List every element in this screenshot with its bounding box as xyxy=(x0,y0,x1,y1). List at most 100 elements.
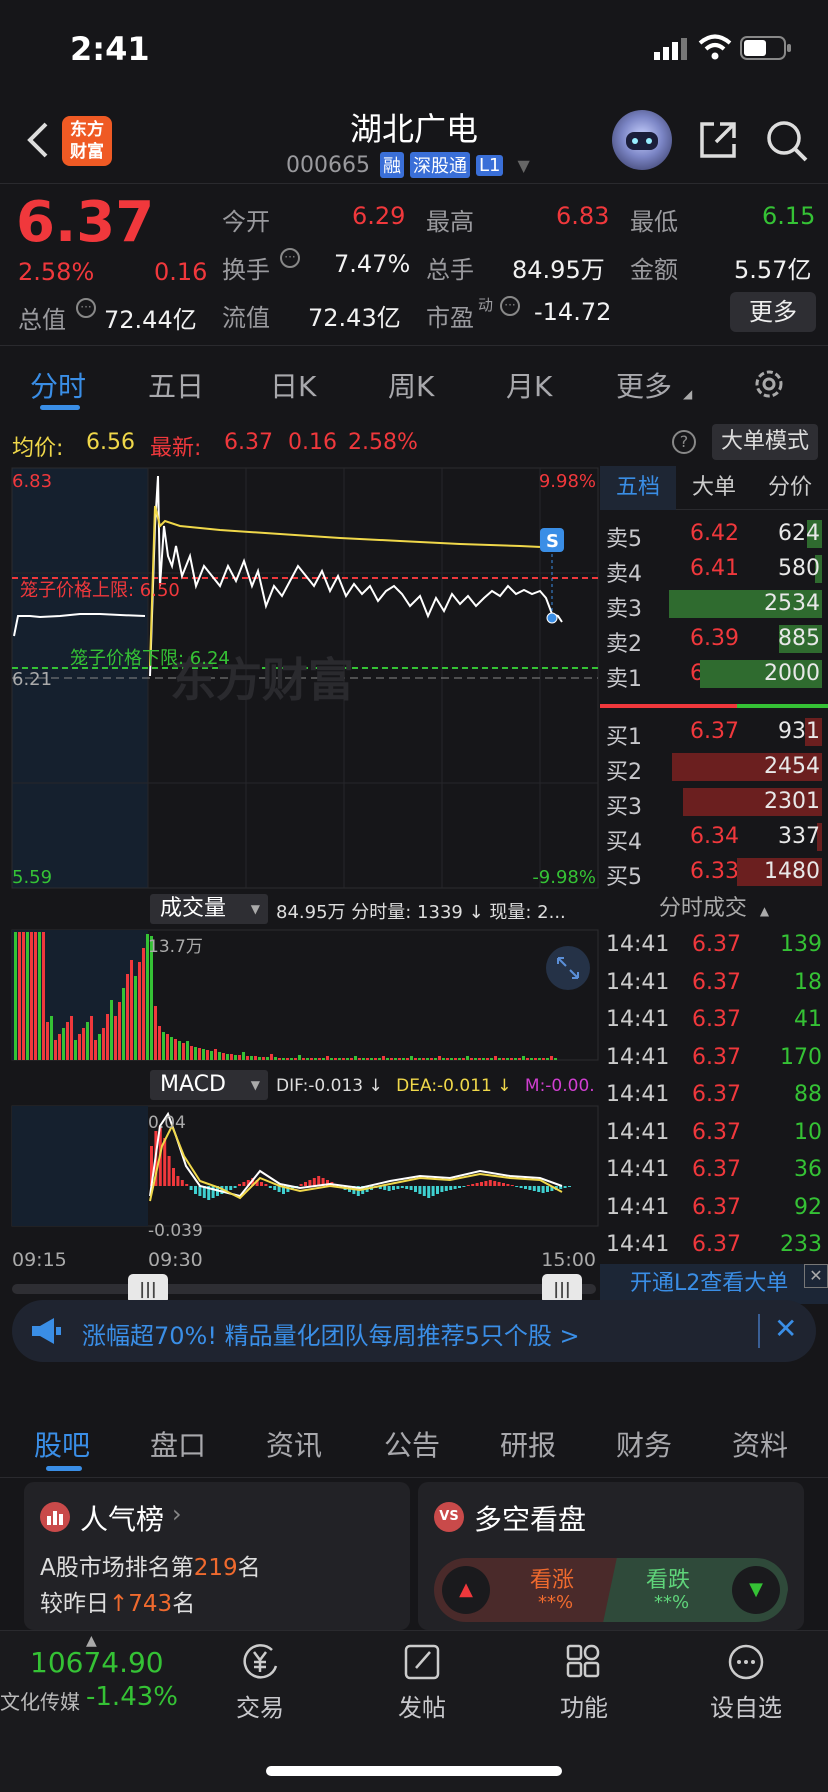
tab-daily-k[interactable]: 日K xyxy=(270,365,316,405)
bar xyxy=(194,1047,197,1060)
sentiment-card[interactable]: VS 多空看盘 ▲ 看涨 **% 看跌 **% ▼ xyxy=(418,1482,804,1630)
time-open: 09:30 xyxy=(148,1249,203,1266)
bear-arrow-icon[interactable]: ▼ xyxy=(732,1566,780,1614)
tab-financials[interactable]: 财务 xyxy=(616,1424,672,1464)
bar xyxy=(537,1186,541,1192)
tab-announcements[interactable]: 公告 xyxy=(384,1424,440,1464)
index-name[interactable]: 文化传媒 xyxy=(0,1686,80,1715)
tab-intraday[interactable]: 分时 xyxy=(30,365,86,405)
tick-volume: 233 xyxy=(780,1232,822,1257)
chart-scrollbar[interactable] xyxy=(12,1284,596,1294)
help-icon[interactable]: ? xyxy=(672,430,696,454)
tag-level: L1 xyxy=(475,154,504,176)
bar xyxy=(250,1056,253,1060)
time-end: 15:00 xyxy=(541,1249,596,1266)
nav-trade[interactable]: 交易 xyxy=(210,1642,310,1723)
robot-avatar-icon[interactable] xyxy=(612,110,672,170)
big-order-mode-button[interactable]: 大单模式 xyxy=(712,424,818,460)
bid-level-row[interactable]: 买1 6.37 931 xyxy=(600,714,828,750)
more-button[interactable]: 更多 xyxy=(730,292,816,332)
promo-banner[interactable]: 涨幅超70%! 精品量化团队每周推荐5只个股 > ✕ xyxy=(12,1300,816,1362)
tab-big-orders[interactable]: 大单 xyxy=(676,466,752,510)
tab-five-day[interactable]: 五日 xyxy=(148,365,204,405)
tab-news[interactable]: 资讯 xyxy=(266,1424,322,1464)
expand-icon[interactable] xyxy=(546,946,590,990)
bar xyxy=(514,1058,517,1060)
tab-five-levels[interactable]: 五档 xyxy=(600,466,676,510)
bar xyxy=(542,1058,545,1060)
close-icon[interactable]: ✕ xyxy=(804,1264,828,1288)
tab-monthly-k[interactable]: 月K xyxy=(506,365,552,405)
volume-selector[interactable]: 成交量 ▼ xyxy=(150,894,268,924)
tab-weekly-k[interactable]: 周K xyxy=(388,365,434,405)
level-name: 卖2 xyxy=(606,632,642,657)
ask-level-row[interactable]: 卖4 6.41 580 xyxy=(600,551,828,587)
share-icon[interactable] xyxy=(696,118,740,166)
open-l2-button[interactable]: 开通L2查看大单 xyxy=(600,1264,828,1304)
popularity-card[interactable]: 人气榜 › A股市场排名第219名 较昨日↑743名 xyxy=(24,1482,410,1630)
macd-selector[interactable]: MACD ▼ xyxy=(150,1070,268,1100)
bar xyxy=(294,1058,297,1060)
tab-profile[interactable]: 资料 xyxy=(732,1424,788,1464)
bid-level-row[interactable]: 买26.362454 xyxy=(600,749,828,785)
bar xyxy=(110,1000,113,1060)
pe-label: 市盈 xyxy=(426,304,474,332)
index-percent[interactable]: -1.43% xyxy=(86,1682,178,1712)
nav-functions[interactable]: 功能 xyxy=(534,1642,634,1723)
change-amount: 0.16 xyxy=(154,258,208,286)
tab-more[interactable]: 更多 xyxy=(616,365,672,405)
intraday-chart[interactable]: 东方财富 S 6.83 6.21 5.59 9.98% -9.98% 笼子价格上… xyxy=(0,466,600,1304)
tick-volume: 88 xyxy=(794,1082,822,1107)
home-indicator[interactable] xyxy=(266,1766,562,1776)
bar xyxy=(163,1138,167,1186)
bar xyxy=(518,1058,521,1060)
bar xyxy=(338,1058,341,1060)
tick-volume: 170 xyxy=(780,1044,822,1070)
bar xyxy=(382,1056,385,1060)
close-icon[interactable]: ✕ xyxy=(774,1312,797,1345)
quote-panel: 6.37 2.58% 0.16 总值 ··· 72.44亿 今开 6.29 最高… xyxy=(0,184,828,346)
bar xyxy=(50,1016,53,1060)
ask-level-row[interactable]: 卖36.402534 xyxy=(600,586,828,622)
bull-arrow-icon[interactable]: ▲ xyxy=(442,1566,490,1614)
bar xyxy=(102,1028,105,1060)
bid-level-row[interactable]: 买4 6.34 337 xyxy=(600,819,828,855)
nav-add-watchlist[interactable]: 设自选 xyxy=(696,1642,796,1723)
bar xyxy=(167,1156,171,1186)
level-price: 6.42 xyxy=(690,521,739,546)
ticks-title[interactable]: 分时成交 ▲ xyxy=(600,892,828,926)
bull-label: 看涨 xyxy=(530,1568,575,1593)
bid-level-row[interactable]: 买36.352301 xyxy=(600,784,828,820)
gear-icon[interactable] xyxy=(752,367,786,405)
tick-time: 14:41 xyxy=(606,1157,670,1182)
bid-level-row[interactable]: 买5 6.33 1480 xyxy=(600,854,828,890)
edit-icon xyxy=(404,1644,440,1680)
bar xyxy=(298,1055,301,1060)
ask-level-row[interactable]: 卖5 6.42 624 xyxy=(600,516,828,552)
rank-value: 219 xyxy=(193,1555,238,1581)
macd-selector-label: MACD xyxy=(160,1072,226,1097)
bar xyxy=(506,1184,510,1186)
tab-research[interactable]: 研报 xyxy=(500,1424,556,1464)
nav-post[interactable]: 发帖 xyxy=(372,1642,472,1723)
index-value[interactable]: 10674.90 xyxy=(30,1646,164,1679)
bar xyxy=(211,1186,215,1198)
info-icon[interactable]: ··· xyxy=(280,248,300,268)
s-marker-label: S xyxy=(546,531,559,552)
bar xyxy=(62,1028,65,1060)
low-label: 最低 xyxy=(630,208,678,236)
info-icon[interactable]: ··· xyxy=(76,298,96,318)
bar xyxy=(186,1041,189,1060)
info-icon[interactable]: ··· xyxy=(500,296,520,316)
search-icon[interactable] xyxy=(764,118,810,168)
tab-price-distribution[interactable]: 分价 xyxy=(752,466,828,510)
ask-level-row[interactable]: 卖16.382000 xyxy=(600,656,828,692)
tab-orderbook[interactable]: 盘口 xyxy=(150,1424,206,1464)
bar xyxy=(490,1058,493,1060)
bar xyxy=(515,1186,519,1187)
bar xyxy=(440,1186,444,1192)
bar xyxy=(394,1058,397,1060)
chevron-down-icon[interactable]: ▼ xyxy=(517,156,529,175)
ask-level-row[interactable]: 卖2 6.39 885 xyxy=(600,621,828,657)
tab-forum[interactable]: 股吧 xyxy=(34,1424,90,1464)
